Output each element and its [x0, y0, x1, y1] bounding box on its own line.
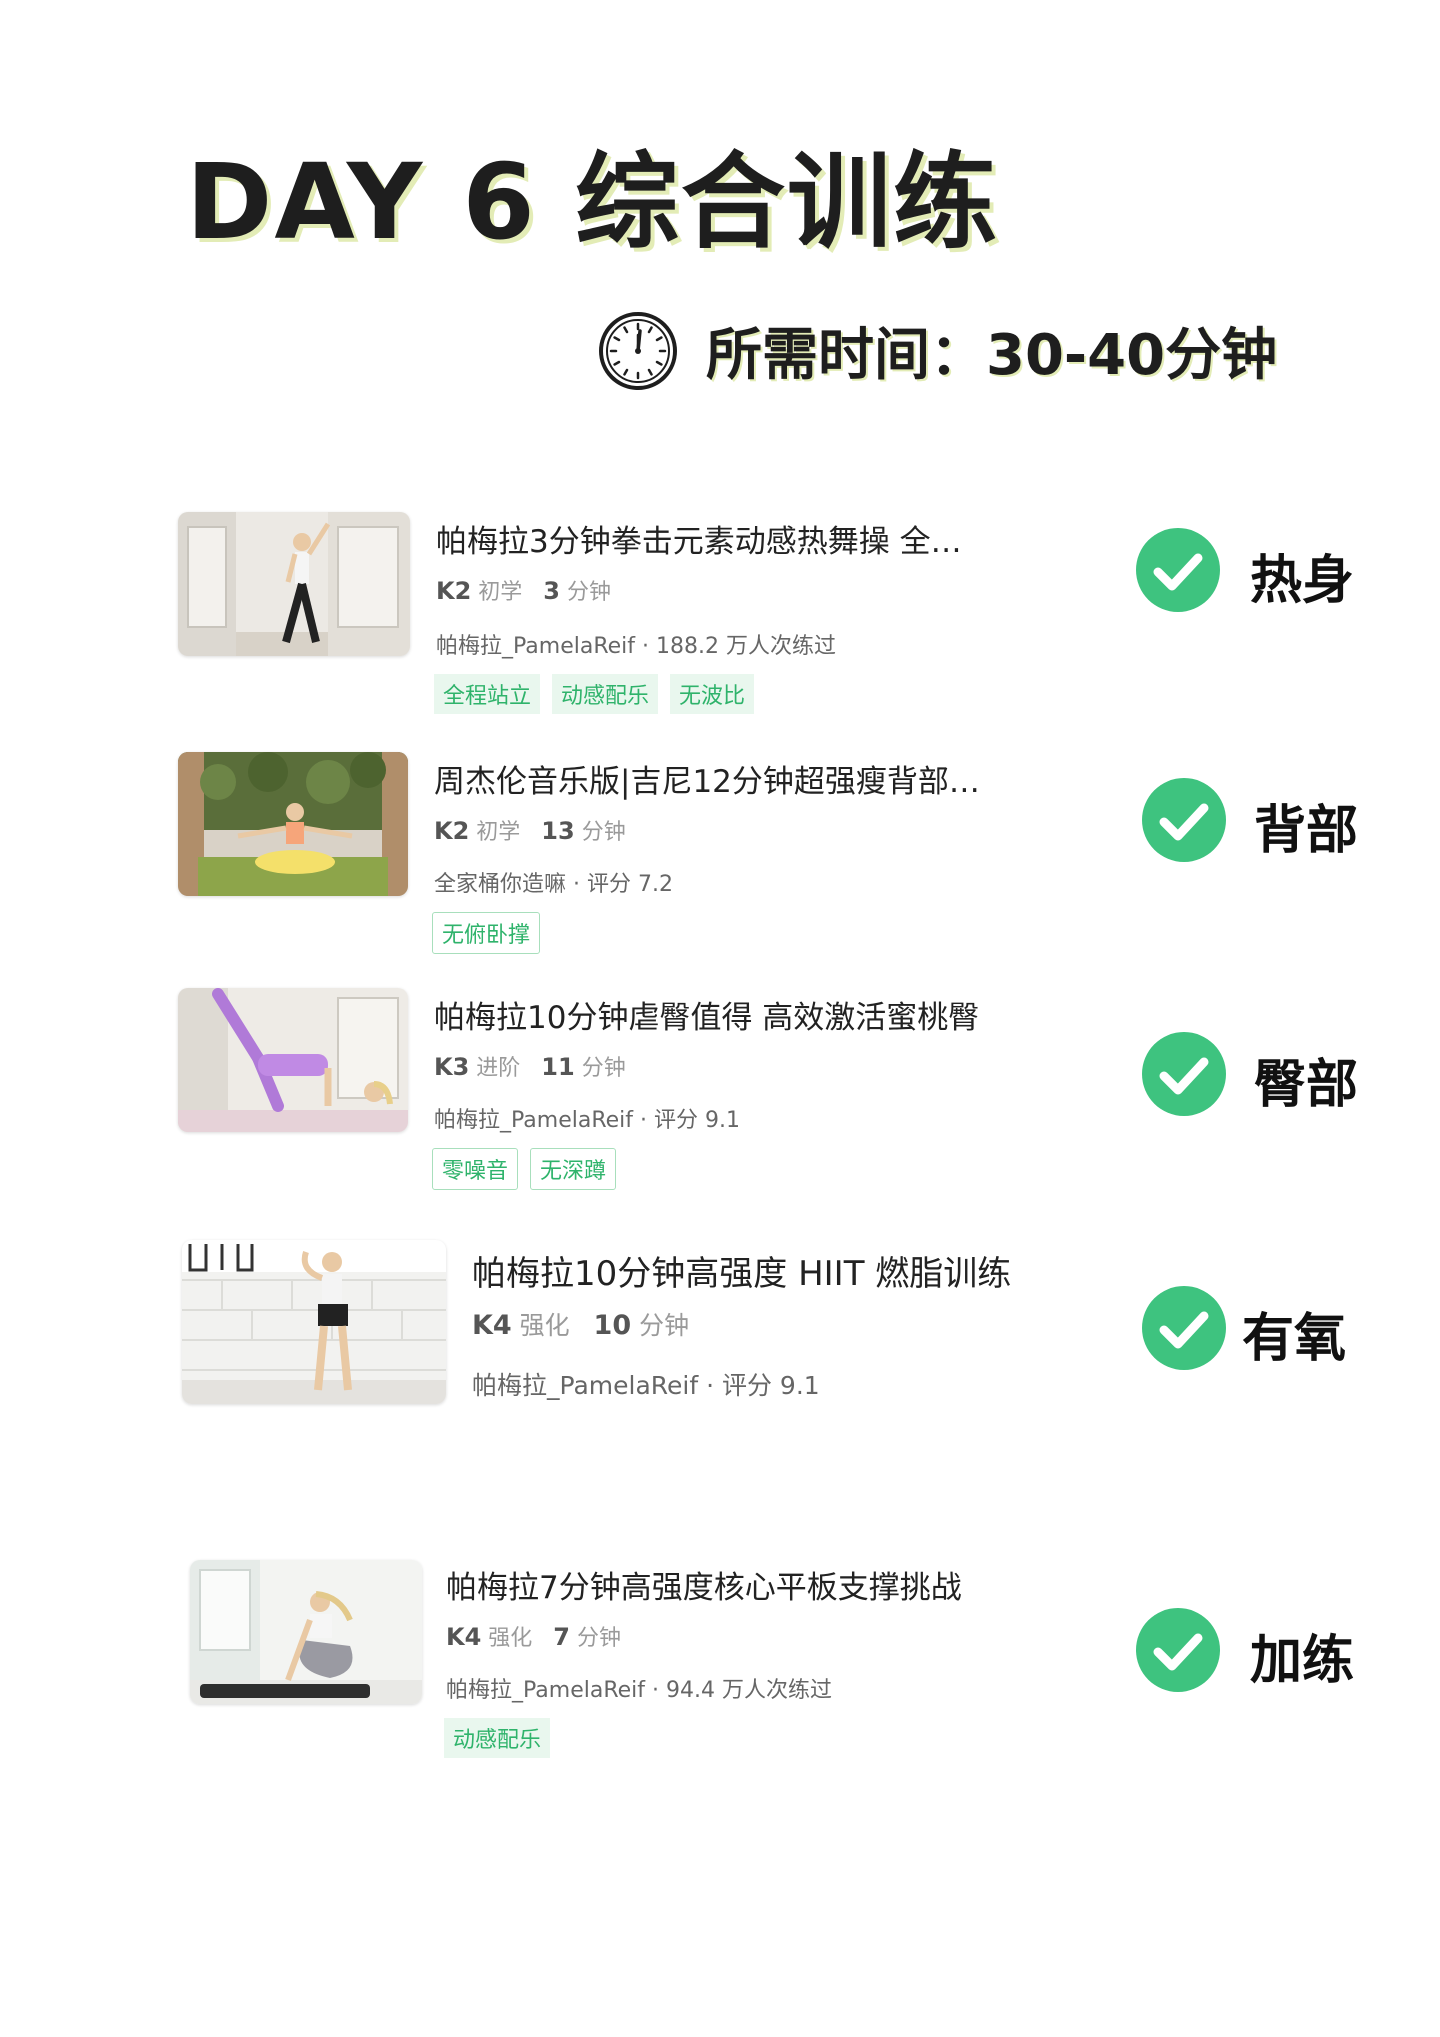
- difficulty: 初学: [478, 580, 523, 605]
- check-icon: [1142, 1032, 1226, 1116]
- video-title[interactable]: 帕梅拉3分钟拳击元素动感热舞操 全…: [436, 516, 1016, 561]
- tag-list: 动感配乐: [444, 1718, 551, 1758]
- minutes-unit: 分钟: [639, 1311, 690, 1340]
- video-meta: K2 初学 13 分钟: [434, 814, 626, 846]
- video-title[interactable]: 周杰伦音乐版|吉尼12分钟超强瘦背部…: [434, 756, 1014, 801]
- level-badge: K2: [436, 577, 472, 605]
- video-subline: 帕梅拉_PamelaReif · 评分 9.1: [434, 1108, 740, 1133]
- difficulty: 进阶: [476, 1056, 521, 1081]
- check-icon: [1136, 528, 1220, 612]
- minutes-unit: 分钟: [581, 820, 626, 845]
- tag: 动感配乐: [552, 674, 659, 714]
- duration-row: 所需时间：30-40分钟: [598, 310, 1277, 391]
- category-label: 臀部: [1254, 1055, 1359, 1115]
- video-meta: K4 强化 10 分钟: [472, 1306, 689, 1342]
- check-icon: [1136, 1608, 1220, 1692]
- tag-list: 无俯卧撑: [432, 912, 541, 954]
- video-thumbnail[interactable]: [178, 988, 408, 1132]
- difficulty: 强化: [519, 1311, 570, 1340]
- video-title[interactable]: 帕梅拉7分钟高强度核心平板支撑挑战: [446, 1562, 1026, 1607]
- video-thumbnail[interactable]: [178, 752, 408, 896]
- tag: 无俯卧撑: [432, 912, 541, 954]
- video-subline: 帕梅拉_PamelaReif · 94.4 万人次练过: [446, 1678, 832, 1703]
- page-title: DAY 6 综合训练: [186, 141, 999, 263]
- clock-icon: [599, 311, 677, 390]
- tag: 无波比: [670, 674, 755, 714]
- minutes: 13: [541, 817, 575, 845]
- level-badge: K2: [434, 817, 470, 845]
- minutes-unit: 分钟: [581, 1056, 626, 1081]
- video-subline: 帕梅拉_PamelaReif · 评分 9.1: [472, 1371, 820, 1400]
- video-meta: K3 进阶 11 分钟: [434, 1050, 626, 1082]
- category-label: 背部: [1254, 801, 1359, 861]
- minutes: 7: [553, 1623, 570, 1651]
- check-icon: [1142, 1286, 1226, 1370]
- tag: 零噪音: [432, 1148, 519, 1190]
- level-badge: K3: [434, 1053, 470, 1081]
- minutes-unit: 分钟: [567, 580, 612, 605]
- minutes: 3: [543, 577, 560, 605]
- minutes-unit: 分钟: [577, 1626, 622, 1651]
- category-label: 热身: [1250, 551, 1355, 611]
- video-thumbnail[interactable]: [182, 1240, 446, 1404]
- difficulty: 初学: [476, 820, 521, 845]
- minutes: 10: [593, 1310, 632, 1341]
- video-subline: 全家桶你造嘛 · 评分 7.2: [434, 872, 673, 897]
- tag: 无深蹲: [530, 1148, 617, 1190]
- tag: 动感配乐: [444, 1718, 551, 1758]
- difficulty: 强化: [488, 1626, 533, 1651]
- tag: 全程站立: [434, 674, 541, 714]
- video-title[interactable]: 帕梅拉10分钟虐臀值得 高效激活蜜桃臀: [434, 992, 1034, 1037]
- video-thumbnail[interactable]: [190, 1560, 422, 1704]
- duration-text: 所需时间：30-40分钟: [706, 323, 1278, 388]
- level-badge: K4: [472, 1310, 512, 1341]
- level-badge: K4: [446, 1623, 482, 1651]
- check-icon: [1142, 778, 1226, 862]
- category-label: 有氧: [1242, 1309, 1347, 1369]
- category-label: 加练: [1250, 1631, 1355, 1691]
- video-meta: K2 初学 3 分钟: [436, 574, 611, 606]
- video-meta: K4 强化 7 分钟: [446, 1620, 621, 1652]
- minutes: 11: [541, 1053, 575, 1081]
- video-subline: 帕梅拉_PamelaReif · 188.2 万人次练过: [436, 634, 836, 659]
- tag-list: 全程站立 动感配乐 无波比: [434, 674, 755, 714]
- video-title[interactable]: 帕梅拉10分钟高强度 HIIT 燃脂训练: [472, 1246, 1026, 1295]
- video-thumbnail[interactable]: [178, 512, 410, 656]
- tag-list: 零噪音 无深蹲: [432, 1148, 617, 1190]
